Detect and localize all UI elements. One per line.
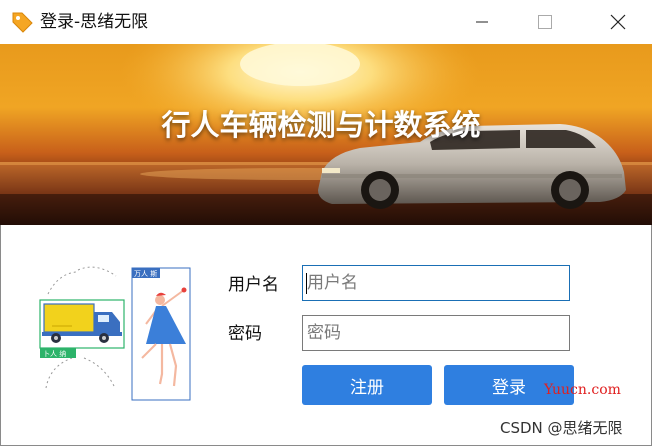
- window-title: 登录-思绪无限: [40, 12, 149, 32]
- svg-text:万人 斯: 万人 斯: [134, 269, 157, 278]
- truck-dancer-illustration: 卜人 纳 万人 斯: [38, 262, 198, 408]
- close-icon: [610, 14, 626, 30]
- tag-icon: [10, 10, 34, 34]
- banner: 行人车辆检测与计数系统: [0, 44, 652, 225]
- username-label: 用户名: [228, 275, 279, 295]
- register-button[interactable]: 注册: [302, 365, 432, 405]
- maximize-icon: [538, 15, 552, 29]
- minimize-icon: [476, 21, 488, 23]
- password-input[interactable]: [302, 315, 570, 351]
- minimize-button[interactable]: [454, 0, 510, 44]
- username-input[interactable]: [302, 265, 570, 301]
- maximize-button[interactable]: [517, 0, 573, 44]
- site-watermark: Yuucn.com: [544, 382, 621, 398]
- svg-text:卜人 纳: 卜人 纳: [43, 349, 66, 358]
- title-bar: 登录-思绪无限: [0, 0, 652, 44]
- text-caret: [306, 273, 307, 294]
- banner-title: 行人车辆检测与计数系统: [0, 102, 652, 144]
- password-label: 密码: [228, 324, 262, 344]
- banner-title-text: 行人车辆检测与计数系统: [161, 108, 481, 142]
- close-button[interactable]: [590, 0, 646, 44]
- csdn-watermark: CSDN @思绪无限: [500, 419, 623, 437]
